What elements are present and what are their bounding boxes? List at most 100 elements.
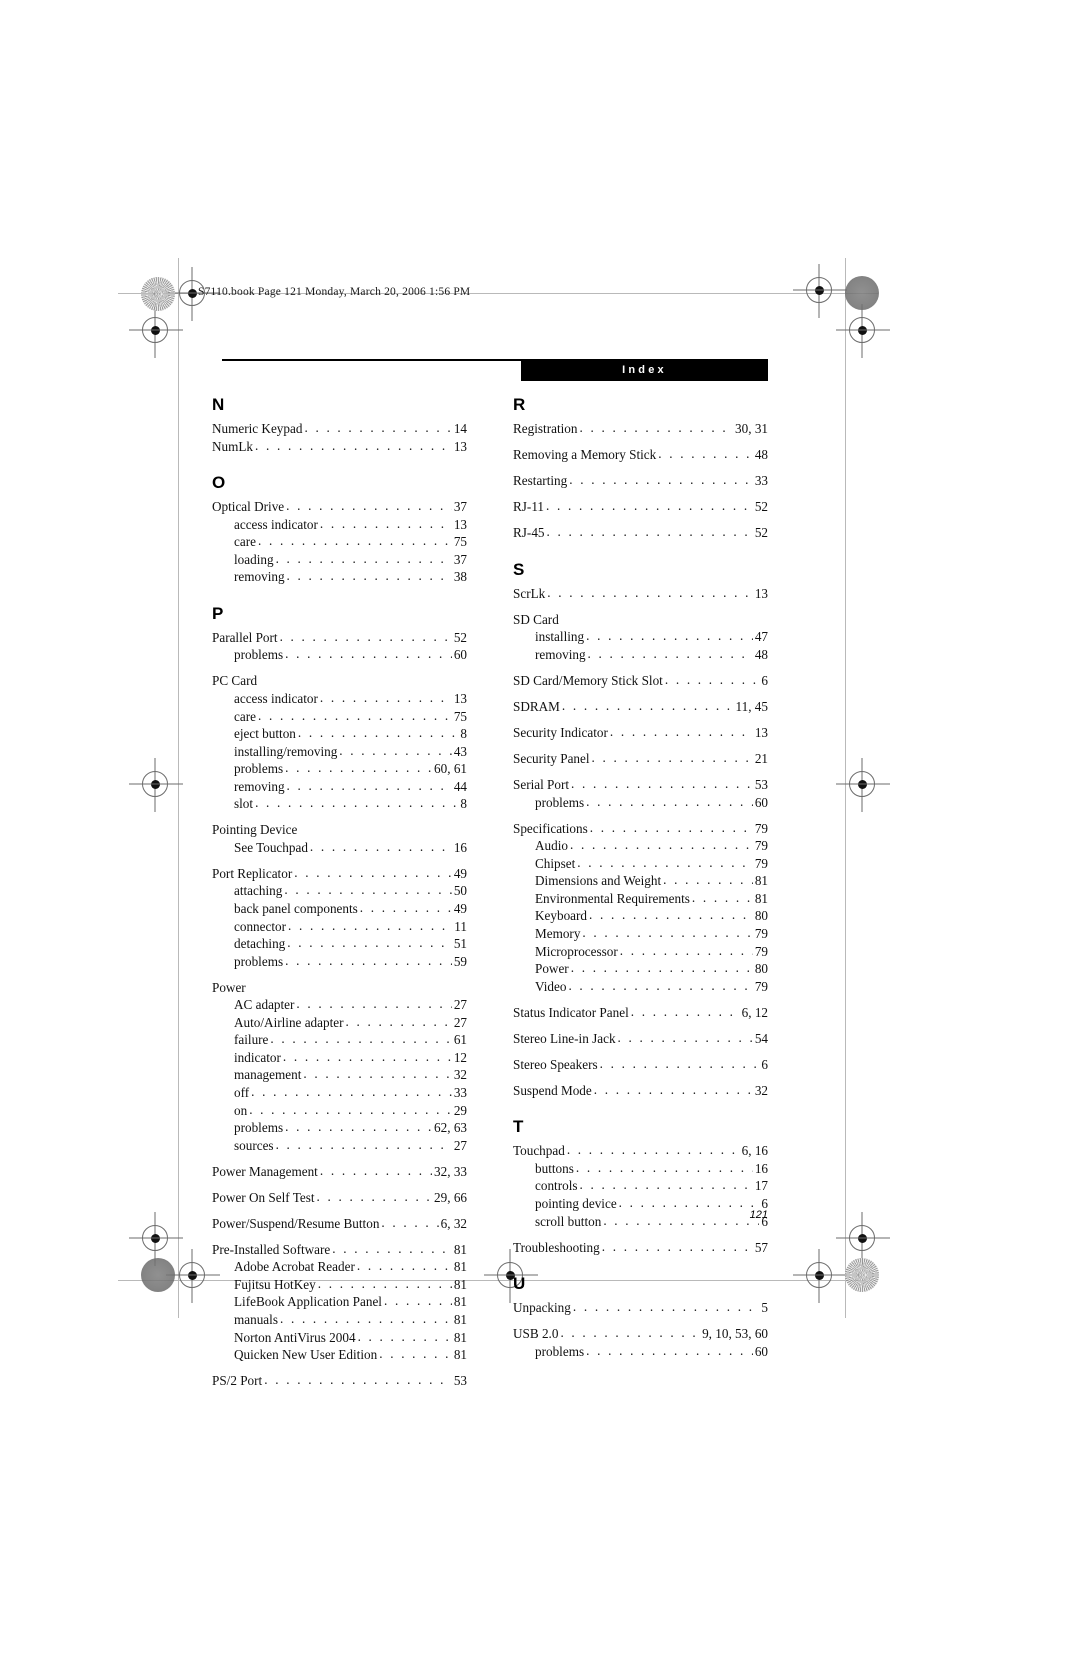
index-entry[interactable]: Security Indicator. . . . . . . . . . . … bbox=[513, 724, 768, 742]
index-entry[interactable]: Stereo Line-in Jack. . . . . . . . . . .… bbox=[513, 1030, 768, 1048]
index-entry-page: 12 bbox=[453, 1049, 467, 1065]
dot-leader: . . . . . . . . . . . . . . . . . . . . … bbox=[297, 725, 459, 741]
dot-leader: . . . . . . . . . . . . . . . . . . . . … bbox=[593, 1081, 753, 1097]
index-entry[interactable]: attaching. . . . . . . . . . . . . . . .… bbox=[212, 882, 467, 900]
index-entry-page: 60 bbox=[754, 794, 768, 810]
index-entry[interactable]: problems. . . . . . . . . . . . . . . . … bbox=[513, 1343, 768, 1361]
index-entry-label: Serial Port bbox=[513, 777, 570, 793]
index-entry[interactable]: Power. . . . . . . . . . . . . . . . . .… bbox=[513, 960, 768, 978]
index-entry[interactable]: Specifications. . . . . . . . . . . . . … bbox=[513, 820, 768, 838]
index-entry[interactable]: removing. . . . . . . . . . . . . . . . … bbox=[212, 568, 467, 586]
index-entry[interactable]: failure. . . . . . . . . . . . . . . . .… bbox=[212, 1031, 467, 1049]
index-entry[interactable]: AC adapter. . . . . . . . . . . . . . . … bbox=[212, 996, 467, 1014]
index-entry[interactable]: Restarting. . . . . . . . . . . . . . . … bbox=[513, 472, 768, 490]
index-entry[interactable]: Power Management. . . . . . . . . . . . … bbox=[212, 1163, 467, 1181]
index-entry[interactable]: Auto/Airline adapter. . . . . . . . . . … bbox=[212, 1014, 467, 1032]
index-entry[interactable]: NumLk. . . . . . . . . . . . . . . . . .… bbox=[212, 438, 467, 456]
index-entry[interactable]: on. . . . . . . . . . . . . . . . . . . … bbox=[212, 1102, 467, 1120]
index-entry[interactable]: LifeBook Application Panel. . . . . . . … bbox=[212, 1293, 467, 1311]
index-entry[interactable]: Stereo Speakers. . . . . . . . . . . . .… bbox=[513, 1056, 768, 1074]
index-entry[interactable]: Adobe Acrobat Reader. . . . . . . . . . … bbox=[212, 1258, 467, 1276]
index-entry[interactable]: eject button. . . . . . . . . . . . . . … bbox=[212, 725, 467, 743]
index-entry[interactable]: Registration. . . . . . . . . . . . . . … bbox=[513, 420, 768, 438]
index-entry[interactable]: Dimensions and Weight. . . . . . . . . .… bbox=[513, 872, 768, 890]
index-entry[interactable]: Pointing Device bbox=[212, 821, 467, 839]
dot-leader: . . . . . . . . . . . . . . . . . . . . … bbox=[566, 1142, 740, 1158]
index-entry[interactable]: Quicken New User Edition. . . . . . . . … bbox=[212, 1346, 467, 1364]
dot-leader: . . . . . . . . . . . . . . . . . . . . … bbox=[383, 1293, 452, 1309]
index-entry[interactable]: installing/removing. . . . . . . . . . .… bbox=[212, 743, 467, 761]
index-entry[interactable]: Status Indicator Panel. . . . . . . . . … bbox=[513, 1004, 768, 1022]
index-entry[interactable]: Pre-Installed Software. . . . . . . . . … bbox=[212, 1241, 467, 1259]
index-entry[interactable]: connector. . . . . . . . . . . . . . . .… bbox=[212, 918, 467, 936]
index-entry[interactable]: Optical Drive. . . . . . . . . . . . . .… bbox=[212, 498, 467, 516]
index-entry[interactable]: access indicator. . . . . . . . . . . . … bbox=[212, 516, 467, 534]
dot-leader: . . . . . . . . . . . . . . . . . . . . … bbox=[586, 628, 753, 644]
index-entry[interactable]: RJ-45. . . . . . . . . . . . . . . . . .… bbox=[513, 524, 768, 542]
index-entry[interactable]: Norton AntiVirus 2004. . . . . . . . . .… bbox=[212, 1329, 467, 1347]
index-entry-page: 38 bbox=[453, 569, 467, 585]
index-entry[interactable]: sources. . . . . . . . . . . . . . . . .… bbox=[212, 1137, 467, 1155]
index-entry[interactable]: See Touchpad. . . . . . . . . . . . . . … bbox=[212, 839, 467, 857]
dot-leader: . . . . . . . . . . . . . . . . . . . . … bbox=[287, 935, 452, 951]
index-entry[interactable]: ScrLk. . . . . . . . . . . . . . . . . .… bbox=[513, 585, 768, 603]
index-entry[interactable]: SDRAM. . . . . . . . . . . . . . . . . .… bbox=[513, 698, 768, 716]
index-entry[interactable]: removing. . . . . . . . . . . . . . . . … bbox=[212, 778, 467, 796]
index-entry[interactable]: care. . . . . . . . . . . . . . . . . . … bbox=[212, 533, 467, 551]
index-entry[interactable]: PC Card bbox=[212, 672, 467, 690]
index-entry[interactable]: problems. . . . . . . . . . . . . . . . … bbox=[212, 953, 467, 971]
index-entry-label: Quicken New User Edition bbox=[234, 1347, 378, 1363]
index-entry[interactable]: RJ-11. . . . . . . . . . . . . . . . . .… bbox=[513, 498, 768, 516]
index-entry-group: Restarting. . . . . . . . . . . . . . . … bbox=[513, 472, 768, 490]
index-entry[interactable]: Parallel Port. . . . . . . . . . . . . .… bbox=[212, 629, 467, 647]
index-entry[interactable]: Suspend Mode. . . . . . . . . . . . . . … bbox=[513, 1082, 768, 1100]
dot-leader: . . . . . . . . . . . . . . . . . . . . … bbox=[587, 645, 753, 661]
index-entry[interactable]: Environmental Requirements. . . . . . . … bbox=[513, 890, 768, 908]
index-entry[interactable]: USB 2.0. . . . . . . . . . . . . . . . .… bbox=[513, 1325, 768, 1343]
index-entry[interactable]: Memory. . . . . . . . . . . . . . . . . … bbox=[513, 925, 768, 943]
index-entry[interactable]: problems. . . . . . . . . . . . . . . . … bbox=[212, 1119, 467, 1137]
index-entry[interactable]: Microprocessor. . . . . . . . . . . . . … bbox=[513, 943, 768, 961]
index-entry[interactable]: Chipset. . . . . . . . . . . . . . . . .… bbox=[513, 855, 768, 873]
index-entry[interactable]: off. . . . . . . . . . . . . . . . . . .… bbox=[212, 1084, 467, 1102]
index-entry[interactable]: Port Replicator. . . . . . . . . . . . .… bbox=[212, 865, 467, 883]
index-entry-label: removing bbox=[234, 778, 285, 794]
index-entry[interactable]: controls. . . . . . . . . . . . . . . . … bbox=[513, 1177, 768, 1195]
index-entry[interactable]: indicator. . . . . . . . . . . . . . . .… bbox=[212, 1049, 467, 1067]
index-entry[interactable]: installing. . . . . . . . . . . . . . . … bbox=[513, 628, 768, 646]
index-entry[interactable]: buttons. . . . . . . . . . . . . . . . .… bbox=[513, 1160, 768, 1178]
index-entry[interactable]: manuals. . . . . . . . . . . . . . . . .… bbox=[212, 1311, 467, 1329]
index-entry[interactable]: back panel components. . . . . . . . . .… bbox=[212, 900, 467, 918]
index-entry[interactable]: problems. . . . . . . . . . . . . . . . … bbox=[212, 760, 467, 778]
index-entry[interactable]: management. . . . . . . . . . . . . . . … bbox=[212, 1066, 467, 1084]
index-entry[interactable]: Security Panel. . . . . . . . . . . . . … bbox=[513, 750, 768, 768]
index-entry[interactable]: loading. . . . . . . . . . . . . . . . .… bbox=[212, 551, 467, 569]
index-entry[interactable]: Audio. . . . . . . . . . . . . . . . . .… bbox=[513, 837, 768, 855]
index-entry-label: AC adapter bbox=[234, 997, 295, 1013]
index-entry[interactable]: Keyboard. . . . . . . . . . . . . . . . … bbox=[513, 907, 768, 925]
index-entry[interactable]: access indicator. . . . . . . . . . . . … bbox=[212, 690, 467, 708]
index-entry[interactable]: Troubleshooting. . . . . . . . . . . . .… bbox=[513, 1239, 768, 1257]
index-entry[interactable]: SD Card bbox=[513, 611, 768, 629]
index-entry[interactable]: Removing a Memory Stick. . . . . . . . .… bbox=[513, 446, 768, 464]
index-entry[interactable]: removing. . . . . . . . . . . . . . . . … bbox=[513, 646, 768, 664]
index-entry[interactable]: Serial Port. . . . . . . . . . . . . . .… bbox=[513, 776, 768, 794]
index-entry[interactable]: Video. . . . . . . . . . . . . . . . . .… bbox=[513, 978, 768, 996]
index-entry[interactable]: slot. . . . . . . . . . . . . . . . . . … bbox=[212, 795, 467, 813]
index-entry[interactable]: Fujitsu HotKey. . . . . . . . . . . . . … bbox=[212, 1276, 467, 1294]
index-entry-label: Power bbox=[212, 979, 246, 995]
index-entry[interactable]: problems. . . . . . . . . . . . . . . . … bbox=[212, 646, 467, 664]
index-entry[interactable]: SD Card/Memory Stick Slot. . . . . . . .… bbox=[513, 672, 768, 690]
index-entry[interactable]: Power On Self Test. . . . . . . . . . . … bbox=[212, 1189, 467, 1207]
index-entry[interactable]: Touchpad. . . . . . . . . . . . . . . . … bbox=[513, 1142, 768, 1160]
index-entry[interactable]: Power bbox=[212, 979, 467, 997]
index-entry[interactable]: Unpacking. . . . . . . . . . . . . . . .… bbox=[513, 1299, 768, 1317]
index-entry-page: 37 bbox=[453, 499, 467, 515]
index-entry[interactable]: care. . . . . . . . . . . . . . . . . . … bbox=[212, 708, 467, 726]
index-entry-label: Pointing Device bbox=[212, 822, 298, 838]
index-entry[interactable]: detaching. . . . . . . . . . . . . . . .… bbox=[212, 935, 467, 953]
index-entry[interactable]: Numeric Keypad. . . . . . . . . . . . . … bbox=[212, 420, 467, 438]
index-entry[interactable]: problems. . . . . . . . . . . . . . . . … bbox=[513, 794, 768, 812]
registration-mark-mid-right bbox=[849, 317, 875, 343]
index-entry[interactable]: PS/2 Port. . . . . . . . . . . . . . . .… bbox=[212, 1372, 467, 1390]
